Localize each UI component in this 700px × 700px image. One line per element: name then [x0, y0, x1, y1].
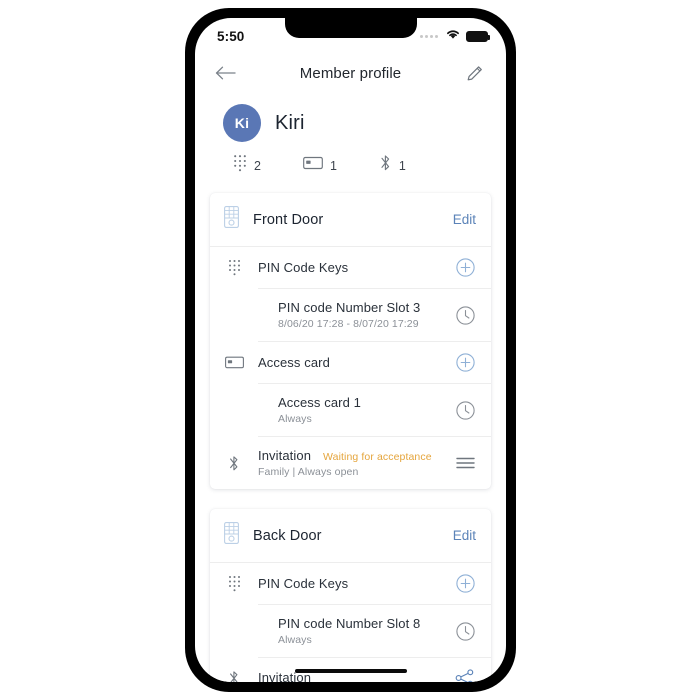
row-sub-invitation-front: Family | Always open — [258, 466, 359, 478]
plus-circle-icon[interactable] — [454, 353, 476, 372]
row-title-access-card-1: Access card 1 — [278, 395, 361, 410]
row-pin-code-keys-back[interactable]: PIN Code Keys — [210, 563, 491, 604]
bluetooth-icon — [379, 154, 392, 177]
card-header-back-door: Back Door Edit — [210, 509, 491, 563]
door-cards: Front Door Edit PIN Code Keys PIN code N… — [195, 177, 506, 682]
stat-access-cards: 1 — [303, 156, 337, 175]
row-body: Access card 1 Always — [278, 395, 454, 425]
row-title-pin-code-keys-back: PIN Code Keys — [258, 575, 349, 591]
nav-bar: Member profile — [195, 50, 506, 96]
stat-value-invitations: 1 — [398, 158, 406, 173]
door-card-back-door: Back Door Edit PIN Code Keys PIN code Nu… — [210, 509, 491, 682]
row-title-pin-code-keys-front: PIN Code Keys — [258, 259, 349, 275]
card-header-front-door: Front Door Edit — [210, 193, 491, 247]
stat-value-access-cards: 1 — [329, 158, 337, 173]
row-body: PIN Code Keys — [258, 259, 454, 277]
row-access-card-1[interactable]: Access card 1 Always — [210, 384, 491, 436]
home-indicator — [294, 669, 407, 673]
card-icon — [224, 356, 244, 369]
row-pin-code-slot-3[interactable]: PIN code Number Slot 3 8/06/20 17:28 - 8… — [210, 289, 491, 341]
row-pin-code-keys-front[interactable]: PIN Code Keys — [210, 247, 491, 288]
row-body: Access card — [258, 354, 454, 372]
edit-button-front-door[interactable]: Edit — [453, 212, 476, 227]
signal-dots-icon — [420, 34, 438, 38]
card-icon — [303, 156, 323, 175]
page-title: Member profile — [299, 64, 402, 82]
keypad-icon — [224, 575, 244, 592]
row-pin-code-slot-8[interactable]: PIN code Number Slot 8 Always — [210, 605, 491, 657]
clock-icon[interactable] — [454, 400, 476, 420]
avatar: Ki — [223, 104, 261, 142]
row-title-pin-code-slot-8: PIN code Number Slot 8 — [278, 616, 421, 631]
row-sub-pin-code-slot-3: 8/06/20 17:28 - 8/07/20 17:29 — [278, 318, 419, 330]
stat-value-pin-codes: 2 — [254, 158, 261, 173]
door-name-back-door: Back Door — [253, 527, 322, 544]
row-title-access-card: Access card — [258, 354, 330, 370]
status-badge-waiting: Waiting for acceptance — [323, 451, 432, 463]
row-invitation-front[interactable]: Invitation Waiting for acceptance Family… — [210, 437, 491, 489]
row-sub-access-card-1: Always — [278, 413, 312, 425]
door-lock-icon — [224, 522, 239, 549]
notch — [284, 18, 417, 38]
clock-icon[interactable] — [454, 305, 476, 325]
door-card-front-door: Front Door Edit PIN Code Keys PIN code N… — [210, 193, 491, 489]
back-arrow-icon[interactable] — [213, 60, 239, 86]
door-lock-icon — [224, 206, 239, 233]
clock-icon[interactable] — [454, 621, 476, 641]
row-title-invitation-front: Invitation — [258, 448, 312, 463]
battery-icon — [466, 30, 490, 42]
screenshot-root: 5:50 Member profile Ki Kiri 2 1 1 Front … — [0, 0, 700, 700]
member-name: Kiri — [275, 111, 305, 134]
row-body: PIN code Number Slot 8 Always — [278, 616, 454, 646]
hamburger-menu-icon[interactable] — [454, 456, 476, 470]
row-body: PIN Code Keys — [258, 575, 454, 593]
plus-circle-icon[interactable] — [454, 258, 476, 277]
keypad-icon — [233, 154, 247, 177]
phone-screen: 5:50 Member profile Ki Kiri 2 1 1 Front … — [195, 18, 506, 682]
bluetooth-icon — [224, 670, 244, 682]
edit-button-back-door[interactable]: Edit — [453, 528, 476, 543]
bluetooth-icon — [224, 455, 244, 472]
profile-header: Ki Kiri — [195, 96, 506, 142]
phone-frame: 5:50 Member profile Ki Kiri 2 1 1 Front … — [185, 8, 516, 692]
row-title-pin-code-slot-3: PIN code Number Slot 3 — [278, 300, 421, 315]
status-indicators — [420, 27, 490, 45]
stat-invitations: 1 — [379, 154, 406, 177]
row-sub-pin-code-slot-8: Always — [278, 634, 312, 646]
door-name-front-door: Front Door — [253, 211, 324, 228]
share-icon[interactable] — [454, 669, 476, 682]
status-time: 5:50 — [217, 28, 245, 44]
credential-stats: 2 1 1 — [195, 142, 506, 177]
row-access-card[interactable]: Access card — [210, 342, 491, 383]
pencil-icon[interactable] — [462, 60, 488, 86]
row-body: Invitation Waiting for acceptance Family… — [258, 448, 454, 478]
plus-circle-icon[interactable] — [454, 574, 476, 593]
wifi-icon — [445, 27, 461, 45]
keypad-icon — [224, 259, 244, 276]
row-title-line: Invitation Waiting for acceptance — [258, 448, 454, 463]
row-body: PIN code Number Slot 3 8/06/20 17:28 - 8… — [278, 300, 454, 330]
stat-pin-codes: 2 — [233, 154, 261, 177]
